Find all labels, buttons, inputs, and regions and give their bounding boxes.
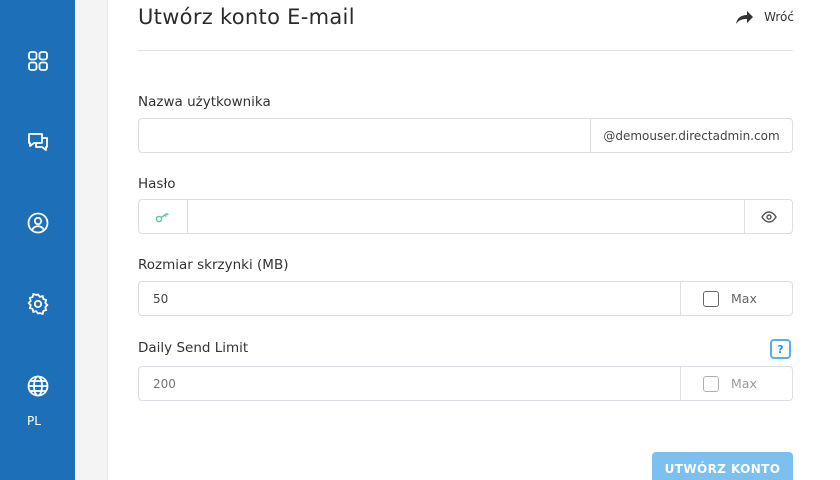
chat-bubbles-icon bbox=[27, 133, 48, 151]
send-limit-input[interactable] bbox=[139, 367, 680, 400]
sidebar-item-dashboard[interactable] bbox=[0, 41, 75, 81]
password-field bbox=[138, 199, 793, 234]
dashboard-grid-icon bbox=[27, 51, 48, 71]
sidebar-item-language[interactable] bbox=[0, 366, 75, 406]
generate-password-button[interactable] bbox=[139, 200, 187, 233]
mailbox-size-field: Max bbox=[138, 281, 793, 316]
password-input[interactable] bbox=[187, 200, 744, 233]
mailbox-size-label: Rozmiar skrzynki (MB) bbox=[138, 257, 289, 273]
send-limit-field: Max bbox=[138, 366, 793, 401]
sidebar-item-messages[interactable] bbox=[0, 122, 75, 162]
user-circle-icon bbox=[27, 212, 48, 234]
show-password-button[interactable] bbox=[744, 200, 792, 233]
mailbox-max-option[interactable]: Max bbox=[680, 282, 792, 315]
language-label[interactable]: PL bbox=[0, 414, 68, 428]
username-input[interactable] bbox=[139, 119, 590, 152]
mailbox-size-input[interactable] bbox=[139, 282, 680, 315]
page-title: Utwórz konto E-mail bbox=[138, 5, 355, 29]
back-label: Wróć bbox=[764, 10, 794, 24]
globe-icon bbox=[27, 375, 48, 397]
eye-icon bbox=[760, 210, 777, 223]
form-card bbox=[107, 0, 840, 480]
send-limit-max-checkbox[interactable] bbox=[703, 375, 719, 392]
send-limit-max-label: Max bbox=[731, 376, 757, 391]
sidebar: PL bbox=[0, 0, 75, 480]
password-label: Hasło bbox=[138, 176, 176, 192]
key-icon bbox=[155, 212, 169, 222]
gear-icon bbox=[26, 292, 49, 316]
share-arrow-icon bbox=[736, 11, 754, 24]
sidebar-item-settings[interactable] bbox=[0, 284, 75, 324]
domain-suffix: @demouser.directadmin.com bbox=[590, 119, 792, 152]
create-account-button[interactable]: UTWÓRZ KONTO bbox=[652, 452, 793, 480]
username-label: Nazwa użytkownika bbox=[138, 94, 271, 110]
mailbox-max-label: Max bbox=[731, 291, 757, 306]
send-limit-label: Daily Send Limit bbox=[138, 340, 249, 356]
back-link[interactable]: Wróć bbox=[734, 8, 794, 26]
mailbox-max-checkbox[interactable] bbox=[703, 290, 719, 307]
header-divider bbox=[138, 50, 793, 51]
help-icon[interactable]: ? bbox=[770, 339, 791, 359]
sidebar-item-account[interactable] bbox=[0, 203, 75, 243]
send-limit-max-option[interactable]: Max bbox=[680, 367, 792, 400]
username-field: @demouser.directadmin.com bbox=[138, 118, 793, 153]
